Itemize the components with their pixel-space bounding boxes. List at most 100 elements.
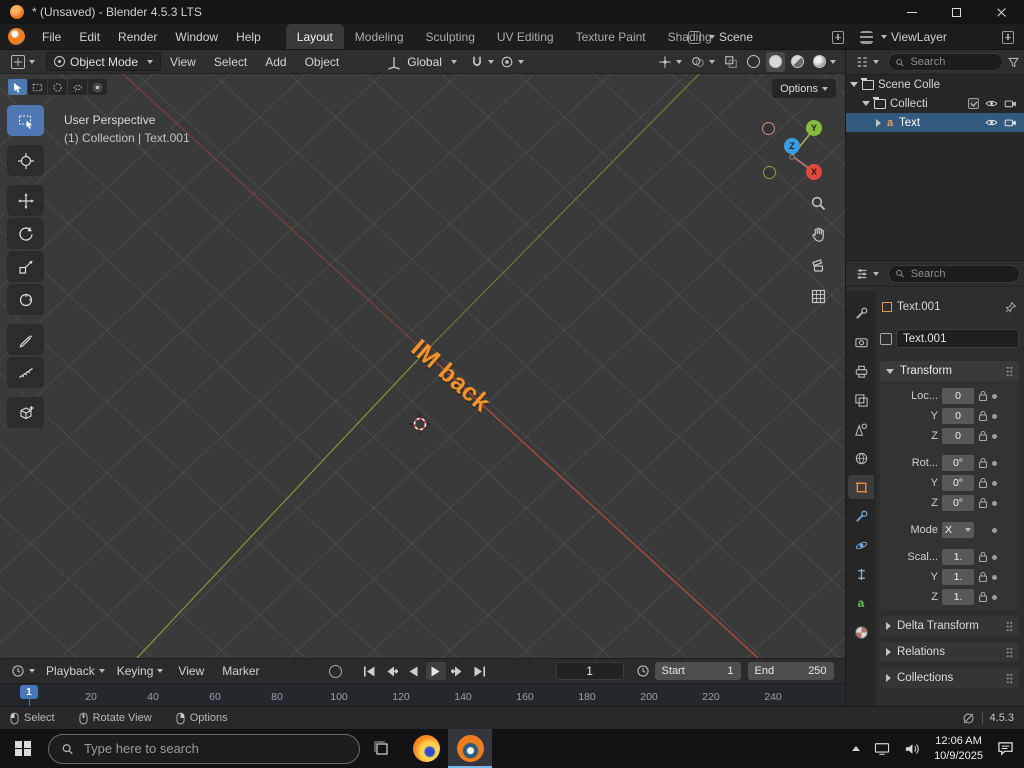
start-button[interactable] xyxy=(0,729,46,768)
rotation-z-field[interactable]: 0° xyxy=(942,495,974,511)
properties-search[interactable] xyxy=(888,264,1020,283)
menu-edit[interactable]: Edit xyxy=(70,24,109,49)
eye-icon[interactable] xyxy=(985,97,998,110)
jump-to-start-button[interactable] xyxy=(360,662,380,680)
lock-icon[interactable] xyxy=(978,497,988,509)
playback-menu[interactable]: Playback xyxy=(40,659,111,683)
workspace-tab-modeling[interactable]: Modeling xyxy=(344,24,415,49)
gizmo-plus-x[interactable]: X xyxy=(806,164,822,180)
auto-keying-record-icon[interactable] xyxy=(328,664,342,678)
tab-object[interactable] xyxy=(848,475,874,499)
tab-world[interactable] xyxy=(848,446,874,470)
playhead[interactable]: 1 xyxy=(20,685,38,706)
location-y-field[interactable]: 0 xyxy=(942,408,974,424)
lock-icon[interactable] xyxy=(978,551,988,563)
tweak-select-button[interactable] xyxy=(8,79,27,95)
shading-solid-button[interactable] xyxy=(766,51,785,72)
tab-modifiers[interactable] xyxy=(848,504,874,528)
relations-section[interactable]: Relations xyxy=(880,642,1019,662)
filter-icon[interactable] xyxy=(1007,56,1020,69)
new-scene-icon[interactable] xyxy=(832,30,844,44)
box-select-button[interactable] xyxy=(28,79,47,95)
minimize-button[interactable] xyxy=(889,0,934,24)
current-frame-field[interactable]: 1 xyxy=(555,662,624,680)
tool-select-box[interactable] xyxy=(7,105,44,136)
circle-select-button[interactable] xyxy=(48,79,67,95)
next-keyframe-button[interactable] xyxy=(448,662,468,680)
lock-icon[interactable] xyxy=(978,457,988,469)
outliner-search-input[interactable] xyxy=(908,55,996,69)
editor-type-button[interactable] xyxy=(6,52,40,72)
tool-annotate[interactable] xyxy=(7,324,44,355)
expand-icon[interactable] xyxy=(850,82,858,87)
drag-handle-icon[interactable] xyxy=(1006,672,1013,684)
scale-z-field[interactable]: 1. xyxy=(942,589,974,605)
properties-search-input[interactable] xyxy=(908,266,1013,281)
pin-icon[interactable] xyxy=(1004,301,1017,314)
workspace-tab-texture-paint[interactable]: Texture Paint xyxy=(565,24,657,49)
expand-icon[interactable] xyxy=(862,101,870,106)
lock-icon[interactable] xyxy=(978,430,988,442)
timeline-ruler[interactable]: 1 20 40 60 80 100 120 140 160 180 200 22… xyxy=(0,683,845,706)
object-name-field[interactable]: Text.001 xyxy=(896,329,1019,348)
shading-wireframe-button[interactable] xyxy=(744,52,763,72)
location-z-field[interactable]: 0 xyxy=(942,428,974,444)
menu-object[interactable]: Object xyxy=(296,50,349,73)
3d-viewport[interactable]: IM back User Perspective (1) Collection … xyxy=(0,74,845,658)
gizmo-minus-x[interactable] xyxy=(762,122,775,135)
transform-panel-header[interactable]: Transform xyxy=(880,361,1019,381)
keyframe-dot-icon[interactable] xyxy=(992,527,997,533)
workspace-tab-uv-editing[interactable]: UV Editing xyxy=(486,24,565,49)
menu-file[interactable]: File xyxy=(33,24,70,49)
shading-rendered-button[interactable] xyxy=(810,52,839,72)
tab-tool[interactable] xyxy=(848,301,874,325)
keyframe-dot-icon[interactable] xyxy=(992,413,997,419)
tab-scene[interactable] xyxy=(848,417,874,441)
drag-handle-icon[interactable] xyxy=(1006,365,1013,377)
object-mode-dropdown[interactable]: Object Mode xyxy=(46,52,162,71)
display-tray-icon[interactable] xyxy=(874,742,890,756)
lock-icon[interactable] xyxy=(978,477,988,489)
marker-menu[interactable]: Marker xyxy=(213,659,268,683)
paint-select-button[interactable] xyxy=(88,79,107,95)
tab-material[interactable] xyxy=(848,620,874,644)
keyframe-dot-icon[interactable] xyxy=(992,460,997,466)
proportional-editing-toggle[interactable] xyxy=(497,52,527,72)
camera-view-control[interactable] xyxy=(806,254,830,276)
tool-transform[interactable] xyxy=(7,284,44,315)
show-overlays-toggle[interactable] xyxy=(688,52,718,72)
play-button[interactable] xyxy=(425,662,446,680)
toggle-xray-button[interactable] xyxy=(721,52,741,72)
scale-x-field[interactable]: 1. xyxy=(942,549,974,565)
lock-icon[interactable] xyxy=(978,410,988,422)
properties-editor-type-button[interactable] xyxy=(850,264,884,284)
tool-scale[interactable] xyxy=(7,251,44,282)
tool-move[interactable] xyxy=(7,185,44,216)
end-frame-field[interactable]: End 250 xyxy=(747,662,834,680)
location-x-field[interactable]: 0 xyxy=(942,388,974,404)
collections-section[interactable]: Collections xyxy=(880,668,1019,688)
navigation-gizmo[interactable]: Y Z X xyxy=(745,112,835,192)
tab-physics[interactable] xyxy=(848,533,874,557)
taskbar-search[interactable] xyxy=(48,733,360,764)
show-gizmo-toggle[interactable] xyxy=(655,52,685,72)
pan-control[interactable] xyxy=(806,223,830,245)
scale-y-field[interactable]: 1. xyxy=(942,569,974,585)
keying-menu[interactable]: Keying xyxy=(111,659,170,683)
zoom-control[interactable] xyxy=(806,192,830,214)
outliner-search[interactable] xyxy=(888,53,1003,71)
viewport-options-button[interactable]: Options xyxy=(772,79,836,98)
lock-icon[interactable] xyxy=(978,591,988,603)
menu-select[interactable]: Select xyxy=(205,50,256,73)
drag-handle-icon[interactable] xyxy=(1006,620,1013,632)
outliner-row-text[interactable]: a Text xyxy=(846,113,1024,132)
tab-render[interactable] xyxy=(848,330,874,354)
blender-menu-icon[interactable] xyxy=(8,28,25,45)
keyframe-dot-icon[interactable] xyxy=(992,594,997,600)
workspace-tab-layout[interactable]: Layout xyxy=(285,24,344,49)
drag-handle-icon[interactable] xyxy=(1006,646,1013,658)
gizmo-plus-z[interactable]: Z xyxy=(784,138,800,154)
gizmo-plus-y[interactable]: Y xyxy=(806,120,822,136)
camera-render-icon[interactable] xyxy=(1004,97,1017,110)
rotation-mode-dropdown[interactable]: X xyxy=(942,522,974,538)
